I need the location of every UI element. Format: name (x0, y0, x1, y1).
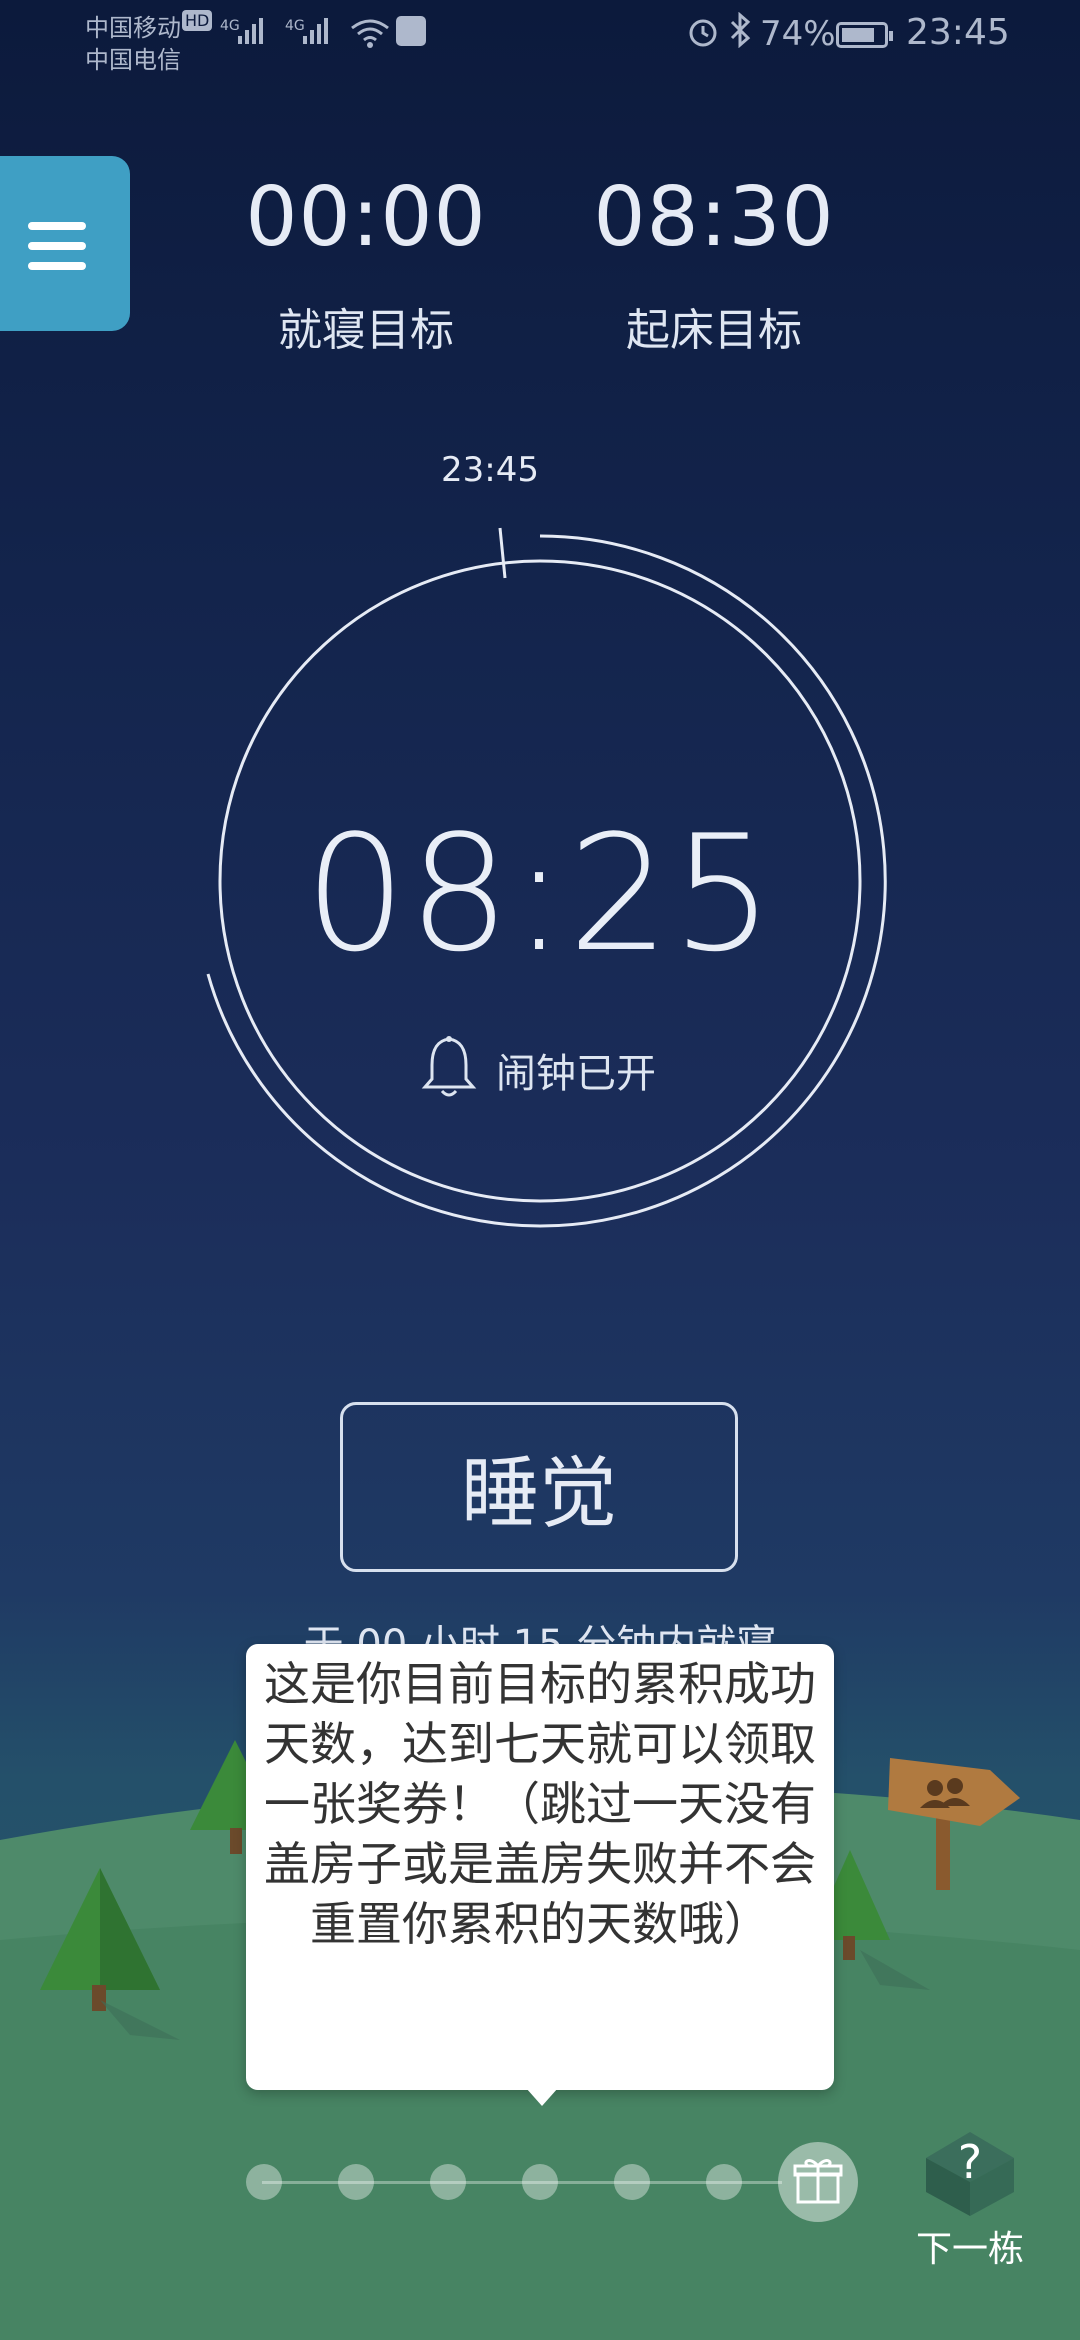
svg-text:?: ? (958, 2135, 982, 2189)
alarm-time-display[interactable]: 08:25 (280, 800, 800, 987)
streak-day-dot (246, 2164, 282, 2200)
battery-icon (836, 22, 893, 48)
bluetooth-icon (728, 11, 752, 56)
streak-day-dot (614, 2164, 650, 2200)
streak-day-dot (706, 2164, 742, 2200)
alarm-status[interactable]: 闹钟已开 (420, 1030, 656, 1110)
streak-day-dot (338, 2164, 374, 2200)
battery-percentage: 74% (760, 14, 836, 54)
status-bar: 中国移动 中国电信 HD 4G 4G 74% 23:45 (0, 0, 1080, 80)
signal-icon: 4G (220, 18, 263, 44)
network-type: 4G (285, 18, 305, 34)
carrier-name-primary: 中国移动 (85, 14, 181, 42)
next-building-label[interactable]: 下一栋 (900, 2220, 1040, 2272)
house-question-icon: ? (926, 2132, 1014, 2216)
menu-button[interactable] (0, 156, 130, 331)
wifi-icon (350, 16, 390, 58)
wake-target-label: 起床目标 (626, 305, 802, 356)
streak-day-dot (522, 2164, 558, 2200)
next-building-button[interactable]: ? (920, 2128, 1020, 2222)
sleep-button[interactable]: 睡觉 (340, 1402, 738, 1572)
bedtime-target-label: 就寝目标 (278, 305, 454, 356)
bell-icon (420, 1035, 478, 1105)
streak-tooltip: 这是你目前目标的累积成功天数，达到七天就可以领取一张奖券！（跳过一天没有盖房子或… (246, 1644, 834, 2090)
hd-badge: HD (182, 10, 213, 31)
current-time-marker-label: 23:45 (441, 450, 539, 490)
wake-target-value[interactable]: 08:30 (584, 170, 844, 265)
status-time: 23:45 (906, 12, 1010, 53)
network-type: 4G (220, 18, 240, 34)
alarm-icon (686, 14, 720, 56)
gift-icon (792, 2154, 844, 2210)
reward-gift-button[interactable] (778, 2142, 858, 2222)
screen-record-icon (396, 16, 426, 46)
bedtime-target-value[interactable]: 00:00 (236, 170, 496, 265)
alarm-status-label: 闹钟已开 (496, 1051, 656, 1097)
tooltip-arrow (526, 2088, 558, 2106)
signal-icon: 4G (285, 18, 328, 44)
streak-day-dot (430, 2164, 466, 2200)
carrier-name-secondary: 中国电信 (85, 46, 181, 74)
